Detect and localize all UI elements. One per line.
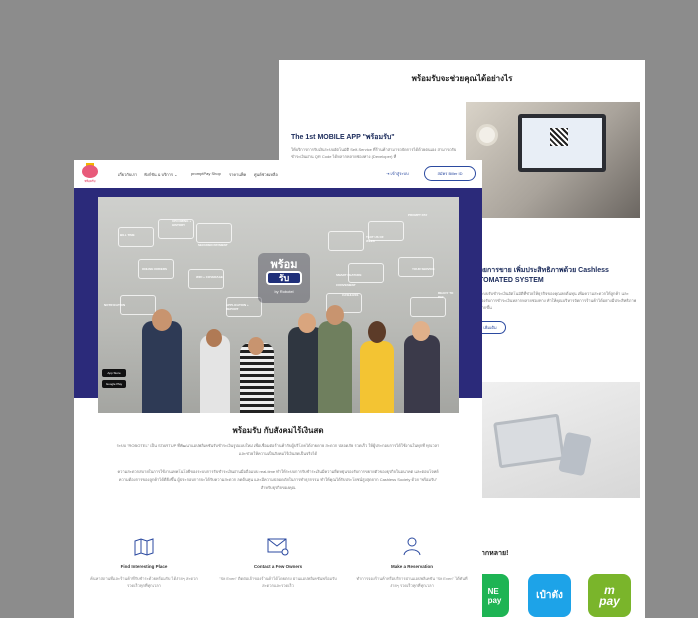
hex-decoration [410,297,446,317]
hero-image: BILL TIME UPCOMING + HISTORY SECURED PAY… [98,197,459,413]
feature-mobile-app-text: ให้บริการการรับเงินระบบอัตโนมัติ Self-Se… [291,147,457,159]
hero-label: READY TO PAY [438,291,454,299]
person-head [206,329,222,347]
app-store-badge[interactable]: App Store [102,369,126,377]
hero-banner: BILL TIME UPCOMING + HISTORY SECURED PAY… [74,188,482,413]
intro-title: พร้อมรับ กับสังคมไร้เงินสด [232,426,324,435]
feature-find-place: Find Interesting Place ค้นหาสถานที่และร้… [84,536,204,589]
feature-mobile-app-title: The 1st MOBILE APP "พร้อมรับ" [291,134,395,141]
hex-decoration [328,231,364,251]
brand-logo: พร้อม รับ by Robotel [258,253,310,303]
laptop-photo [466,102,640,218]
nav-item-services[interactable]: ฟังก์ชัน & บริการ ⌄ [144,171,178,178]
nav-item-about[interactable]: เกี่ยวกับเรา [118,171,137,178]
person-image [404,335,440,413]
hero-label: CONVENIENT [336,283,356,287]
person-icon [403,537,421,556]
section-title: พร้อมรับจะช่วยคุณได้อย่างไร [411,74,513,83]
top-navbar: พร้อมรับ เกี่ยวกับเรา ฟังก์ชัน & บริการ … [74,160,482,188]
map-icon [134,538,154,556]
hero-label: PROMPT PAY [408,213,428,217]
person-image [318,321,352,413]
hero-label: SMART FEATURE [336,273,362,277]
mpay-logo: m pay [588,574,631,617]
tablet-photo [466,382,640,498]
hero-label: NOTIFICATION [104,303,126,307]
tablet-image [493,413,565,469]
hero-label: BILL TIME [120,233,135,237]
nav-item-promptpay-shop[interactable]: promptPay Shop [191,171,221,176]
foreground-page: พร้อมรับ เกี่ยวกับเรา ฟังก์ชัน & บริการ … [74,160,482,618]
payments-title: ากหลาย! [481,550,509,557]
piggy-bank-icon [82,165,98,178]
hero-label: TEXT US OF WEEK [366,235,384,243]
hero-label: ONLINE ORDERS [142,267,168,271]
person-image [360,341,394,413]
feature-cashless-text: ระบบรับชำระเงินอัตโนมัติที่ช่วยให้ธุรกิจ… [479,291,637,310]
laptop-image [518,114,606,172]
login-link[interactable]: ⇥ เข้าสู่ระบบ [386,170,409,177]
intro-paragraph-1: ระบบ "ROBOTEL" เป็น STARTUP ที่พัฒนาแอปพ… [116,443,440,456]
nav-item-help[interactable]: ศูนย์ช่วยเหลือ [254,171,278,178]
person-head [248,337,264,355]
hex-decoration [118,227,154,247]
hero-label: WIFI + COVERAGE [196,275,223,279]
phone-image [558,431,592,477]
nav-item-pricing[interactable]: ราคาแพ็ค [229,171,246,178]
line-pay-logo: NE pay [480,574,509,617]
hex-decoration [120,295,156,315]
person-head [412,321,430,341]
qr-code-image [550,128,568,146]
logo[interactable]: พร้อมรับ [80,163,100,185]
person-image [142,321,182,413]
feature-reservation: Make a Reservation ทำการจองร้านค้าหรือบร… [352,536,472,589]
hero-label: YOUR SERVICE [412,267,435,271]
hero-label: APPLICATION + REPORT [226,303,249,311]
intro-paragraph-2: ความสะดวกสบายในการใช้งานเทคโนโลยีของระบบ… [117,469,439,490]
hero-label: CASHLESS [342,293,359,297]
feature-contact-owners: Contact a Few Owners "Sit Even" ติดต่อเจ… [218,536,338,589]
hero-label: UPCOMING + HISTORY [172,219,192,227]
person-head [326,305,344,325]
person-head [152,309,172,331]
hex-decoration [188,269,224,289]
person-head [298,313,316,333]
person-head [368,321,386,343]
register-biller-button[interactable]: สมัคร Biller ID [424,166,476,181]
google-play-badge[interactable]: Google Play [102,380,126,388]
feature-cashless-title: วยการขาย เพิ่มประสิทธิภาพด้วย Cashless T… [479,267,609,284]
paotang-logo: เป๋าตัง [528,574,571,617]
coffee-cup-image [476,124,498,146]
hero-label: SECURED PAYMENT [198,243,228,247]
mail-icon [267,538,289,556]
